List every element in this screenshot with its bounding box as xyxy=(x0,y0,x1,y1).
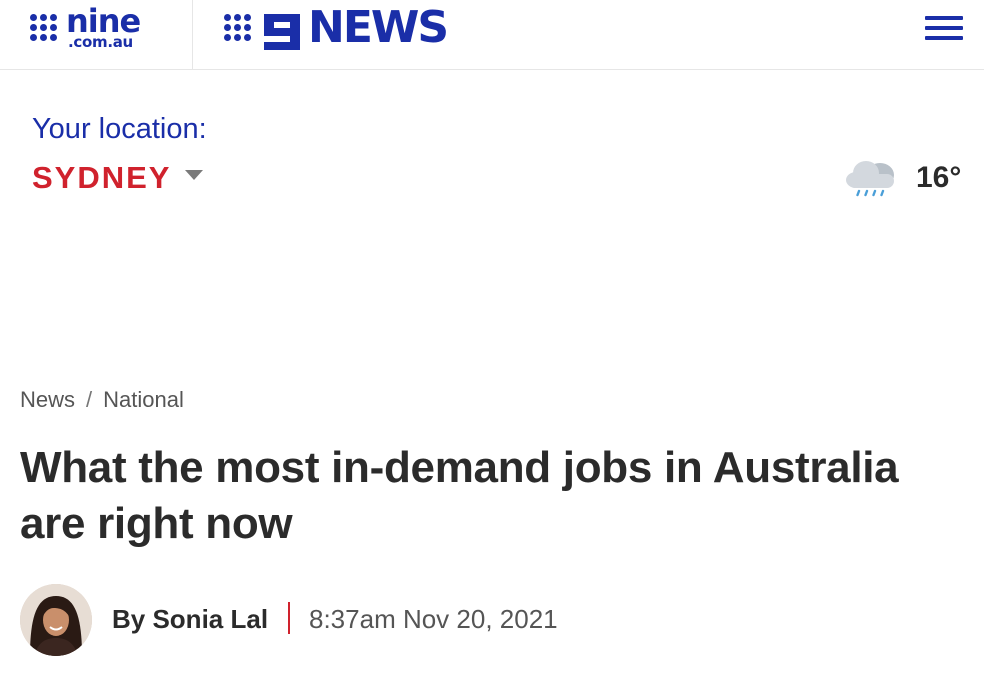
article-title: What the most in-demand jobs in Australi… xyxy=(20,443,899,548)
breadcrumb: News / National xyxy=(20,386,184,414)
location-value: SYDNEY xyxy=(32,160,172,195)
author-name[interactable]: By Sonia Lal xyxy=(112,604,268,634)
9news-logo-link[interactable]: NEWS xyxy=(224,2,464,56)
nine-numeral-icon xyxy=(264,14,300,50)
byline-divider xyxy=(288,602,290,634)
nine-logo-link[interactable]: nine .com.au xyxy=(30,4,165,54)
nine-logo-domain: .com.au xyxy=(68,33,133,51)
breadcrumb-item-national[interactable]: National xyxy=(103,386,184,414)
author-photo xyxy=(20,584,92,656)
weather-temperature: 16° xyxy=(916,161,962,194)
publish-timestamp: 8:37am Nov 20, 2021 xyxy=(309,604,558,634)
location-label: Your location: xyxy=(32,113,207,145)
9news-dots-icon xyxy=(224,14,251,41)
header-divider xyxy=(192,0,193,70)
news-logo-word: NEWS xyxy=(308,2,449,53)
breadcrumb-item-news[interactable]: News xyxy=(20,386,75,414)
breadcrumb-separator: / xyxy=(86,387,93,412)
rain-cloud-icon xyxy=(846,161,894,197)
weather-widget[interactable]: 16° xyxy=(842,156,961,200)
location-selector[interactable]: SYDNEY xyxy=(32,158,204,198)
nine-dots-icon xyxy=(30,14,57,41)
chevron-down-icon xyxy=(185,170,204,180)
hamburger-menu-icon[interactable] xyxy=(924,16,964,46)
site-header: nine .com.au NEWS xyxy=(0,0,984,70)
author-avatar[interactable] xyxy=(20,584,92,656)
